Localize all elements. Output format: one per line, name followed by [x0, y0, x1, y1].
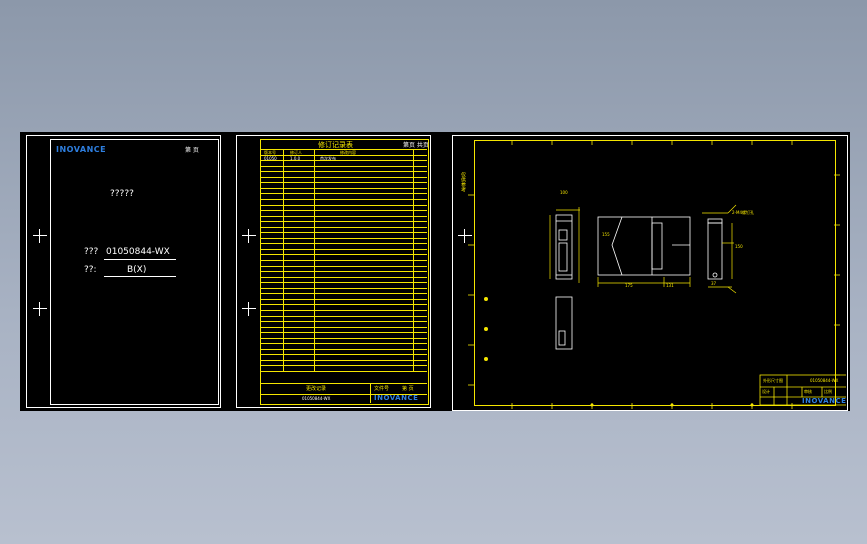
- revision-row-line: [261, 360, 427, 361]
- revision-footer-b: 第 页: [402, 386, 414, 392]
- revision-row-line: [261, 232, 427, 233]
- revision-col-divider: [283, 149, 284, 371]
- dim-label: 175: [625, 283, 633, 288]
- title-block-top-right: 01050844-WX: [810, 378, 839, 383]
- cover-code-value: 01050844-WX: [106, 247, 170, 257]
- right-view: [707, 218, 723, 280]
- revision-row-line: [261, 177, 427, 178]
- cover-logo: INOVANCE: [56, 145, 107, 154]
- revision-row-line: [261, 293, 427, 294]
- revision-row-line: [261, 343, 427, 344]
- revision-row-line: [261, 243, 427, 244]
- cover-title: ?????: [110, 189, 134, 199]
- revision-footer-code: 01050844-WX: [302, 396, 331, 401]
- dim-label: 155: [602, 232, 610, 237]
- revision-row-line: [261, 149, 427, 150]
- revision-corner: 第页 共页: [403, 142, 429, 149]
- crosshair-icon: [242, 229, 256, 243]
- revision-row-line: [261, 266, 427, 267]
- crosshair-icon: [33, 229, 47, 243]
- dim-label: 150: [735, 244, 743, 249]
- cad-canvas[interactable]: INOVANCE 第 页 ????? ??? 01050844-WX ??: B…: [20, 132, 850, 411]
- revision-footer-center: 更改记录: [306, 386, 327, 392]
- drawing-note: 2-M4螺钉孔: [732, 210, 754, 215]
- revision-row-line: [261, 216, 427, 217]
- underline: [104, 276, 176, 277]
- front-view-dims: [549, 207, 580, 283]
- revision-row-line: [261, 338, 427, 339]
- outline-drawing: [468, 140, 846, 409]
- revision-row-line: [261, 271, 427, 272]
- revision-col-divider: [413, 149, 414, 371]
- right-view-dims: [702, 204, 737, 294]
- revision-footer-a: 文件号: [374, 386, 390, 392]
- revision-row-line: [261, 182, 427, 183]
- revision-row-line: [261, 210, 427, 211]
- revision-row-line: [261, 227, 427, 228]
- revision-footer-logo: INOVANCE: [374, 394, 419, 402]
- revision-footer-line: [261, 383, 427, 384]
- title-block-top-left: 外形尺寸图: [763, 378, 783, 383]
- dim-label: 37: [711, 281, 717, 286]
- revision-row-line: [261, 160, 427, 161]
- dim-label: 100: [560, 190, 568, 195]
- revision-row-line: [261, 254, 427, 255]
- revision-row-line: [261, 365, 427, 366]
- revision-col-divider: [314, 149, 315, 371]
- underline: [104, 259, 176, 260]
- revision-row-line: [261, 260, 427, 261]
- revision-row-line: [261, 332, 427, 333]
- side-view: [597, 216, 691, 276]
- revision-row-line: [261, 205, 427, 206]
- cover-version-value: B(X): [127, 265, 147, 275]
- crosshair-icon: [33, 302, 47, 316]
- title-block-cell: 设计: [762, 389, 770, 394]
- revision-row-line: [261, 354, 427, 355]
- revision-row-line: [261, 166, 427, 167]
- revision-row-line: [261, 349, 427, 350]
- revision-row-line: [261, 188, 427, 189]
- revision-row-line: [261, 321, 427, 322]
- frame-ticks: [468, 140, 840, 409]
- revision-row-line: [261, 299, 427, 300]
- cover-version-label: ??:: [84, 265, 97, 275]
- revision-footer-divider: [370, 383, 371, 403]
- title-block-cell: 审核: [804, 389, 812, 394]
- title-block-cell: 比例: [824, 389, 832, 394]
- dim-label: 131: [666, 283, 674, 288]
- revision-row-line: [261, 371, 427, 372]
- bottom-view: [555, 296, 573, 350]
- revision-table: [261, 149, 427, 383]
- revision-row-line: [261, 221, 427, 222]
- revision-row-line: [261, 282, 427, 283]
- revision-row-line: [261, 199, 427, 200]
- revision-row-line: [261, 171, 427, 172]
- title-block-logo: INOVANCE: [802, 397, 847, 405]
- revision-row-line: [261, 304, 427, 305]
- cover-code-label: ???: [84, 247, 99, 257]
- revision-row-line: [261, 327, 427, 328]
- revision-row-line: [261, 238, 427, 239]
- revision-row-line: [261, 193, 427, 194]
- revision-row-line: [261, 249, 427, 250]
- revision-row-line: [261, 316, 427, 317]
- front-view: [555, 214, 573, 280]
- revision-row-line: [261, 288, 427, 289]
- revision-row-line: [261, 277, 427, 278]
- cover-page-number: 第 页: [185, 147, 199, 154]
- side-view-dims: [597, 277, 691, 287]
- revision-row-line: [261, 310, 427, 311]
- revision-row-line: [261, 155, 427, 156]
- crosshair-icon: [242, 302, 256, 316]
